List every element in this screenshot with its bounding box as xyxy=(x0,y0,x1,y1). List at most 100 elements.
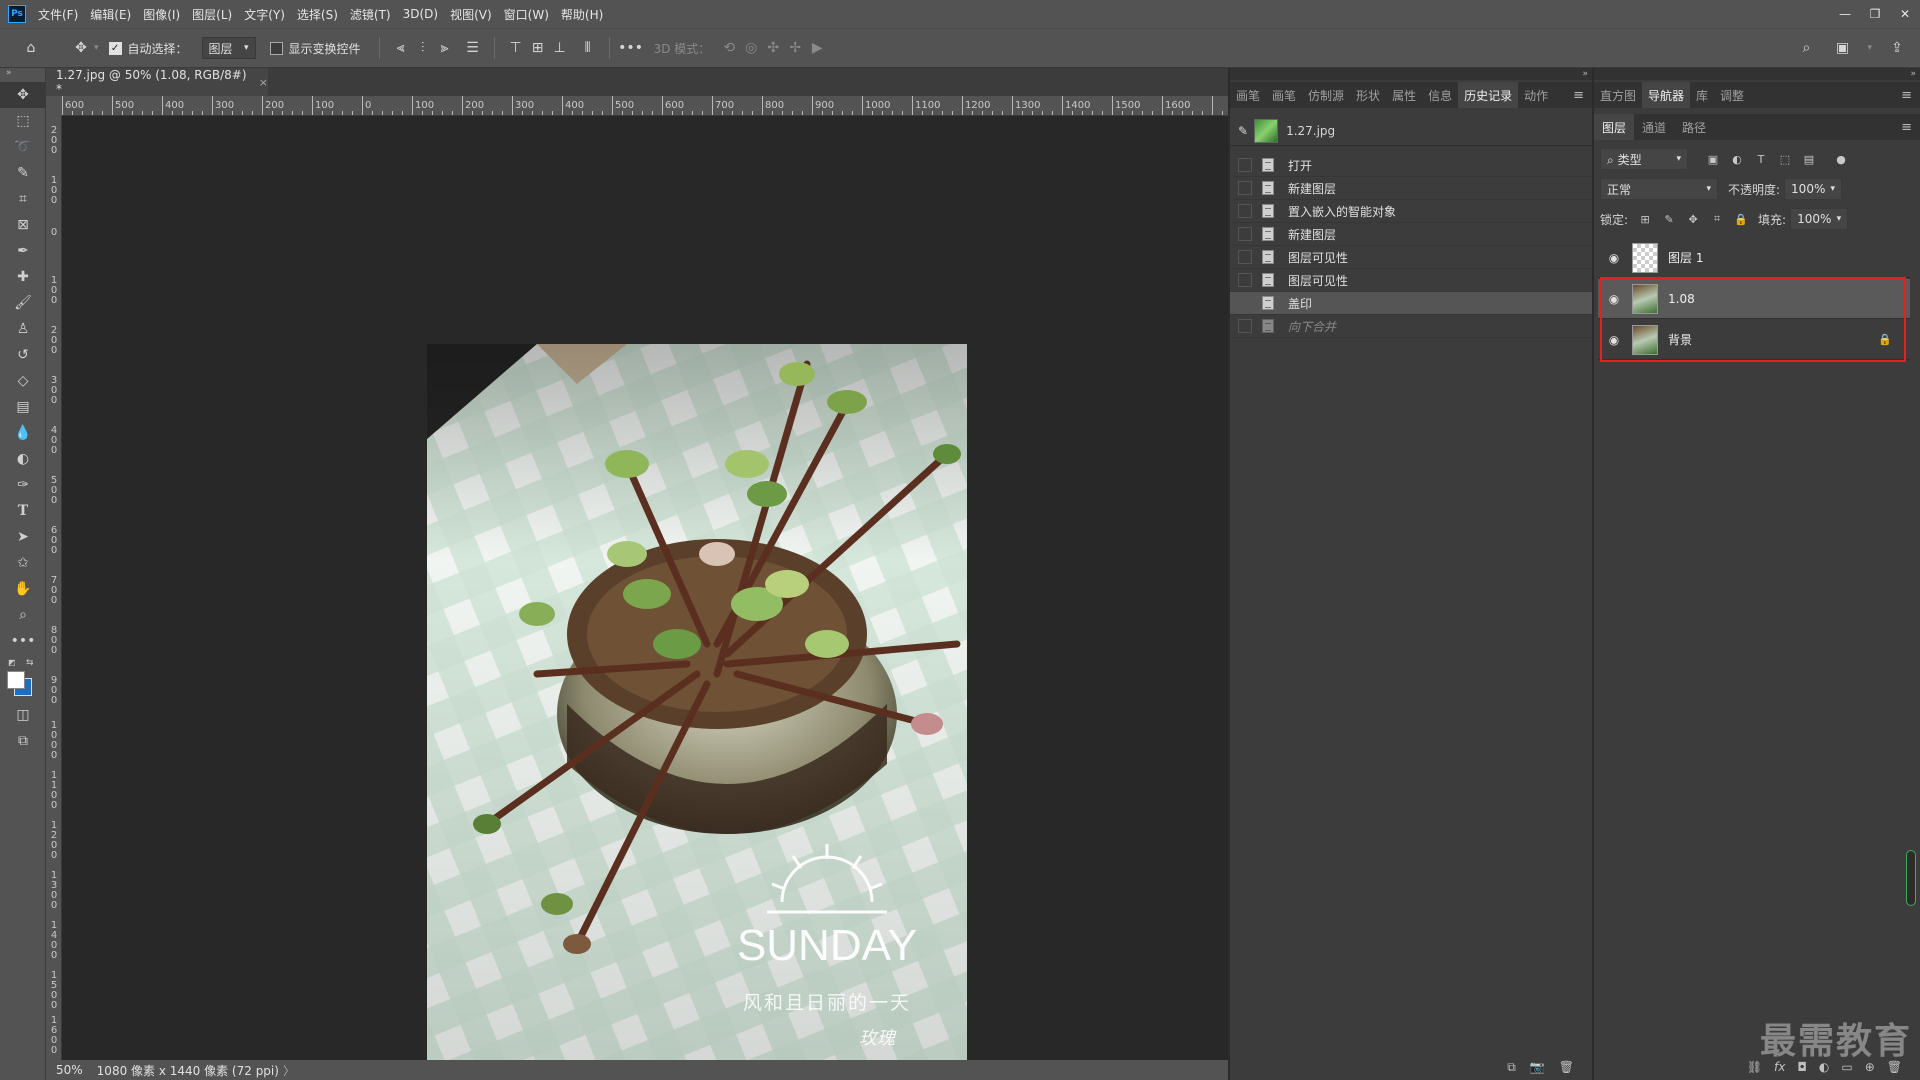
lock-position-icon[interactable]: ✥ xyxy=(1686,212,1700,226)
close-icon[interactable]: ✕ xyxy=(1890,0,1920,28)
layer-row[interactable]: ◉ 背景 🔒 xyxy=(1598,320,1910,360)
menu-file[interactable]: 文件(F) xyxy=(38,6,78,23)
blend-mode-select[interactable]: 正常 ▾ xyxy=(1600,178,1718,200)
auto-select-target-select[interactable]: 图层 ▾ xyxy=(201,37,256,59)
lock-transparent-pixels-icon[interactable]: ⊞ xyxy=(1638,212,1652,226)
new-document-from-state-icon[interactable]: ⧉ xyxy=(1507,1060,1516,1075)
3d-orbit-icon[interactable]: ⟲ xyxy=(718,37,740,59)
filter-toggle-icon[interactable]: ● xyxy=(1834,152,1848,166)
move-tool-icon[interactable]: ✥ xyxy=(70,37,92,59)
default-colors-icon[interactable]: ◩ xyxy=(8,658,16,667)
horizontal-ruler[interactable]: 600 500 400 300 200 100 0 100 200 300 40… xyxy=(62,96,1228,116)
filter-shape-icon[interactable]: ⬚ xyxy=(1778,152,1792,166)
panel-menu-icon[interactable]: ≡ xyxy=(1901,82,1920,108)
swap-colors-icon[interactable]: ⇆ xyxy=(26,658,34,668)
gradient-tool-icon[interactable]: ▤ xyxy=(0,394,46,420)
menu-3d[interactable]: 3D(D) xyxy=(403,7,438,21)
fill-input[interactable]: 100% ▾ xyxy=(1790,208,1849,230)
history-state[interactable]: 新建图层 xyxy=(1230,223,1592,246)
close-tab-icon[interactable]: × xyxy=(259,76,268,89)
shape-tool-icon[interactable]: ✩ xyxy=(0,550,46,576)
history-source-box[interactable] xyxy=(1238,181,1252,195)
tab-channels[interactable]: 通道 xyxy=(1634,114,1674,140)
history-state[interactable]: 图层可见性 xyxy=(1230,246,1592,269)
panel-scrollbar[interactable] xyxy=(1906,850,1916,906)
minimize-icon[interactable]: — xyxy=(1830,0,1860,28)
vertical-ruler[interactable]: 200 100 0 100 200 300 400 500 600 700 80… xyxy=(46,116,62,1060)
filter-smart-object-icon[interactable]: ▤ xyxy=(1802,152,1816,166)
history-state-undone[interactable]: 向下合并 xyxy=(1230,315,1592,338)
align-right-icon[interactable]: ⫸ xyxy=(434,37,456,59)
history-source-box[interactable] xyxy=(1238,319,1252,333)
visibility-eye-icon[interactable]: ◉ xyxy=(1602,328,1626,352)
tab-actions[interactable]: 动作 xyxy=(1518,82,1554,108)
history-state[interactable]: 新建图层 xyxy=(1230,177,1592,200)
delete-state-icon[interactable]: 🗑 xyxy=(1559,1060,1574,1074)
crop-tool-icon[interactable]: ⌗ xyxy=(0,186,46,212)
tab-brushes[interactable]: 画笔 xyxy=(1266,82,1302,108)
history-source-box[interactable] xyxy=(1238,250,1252,264)
filter-adjustment-icon[interactable]: ◐ xyxy=(1730,152,1744,166)
ruler-origin[interactable] xyxy=(46,96,62,116)
history-source-box[interactable] xyxy=(1238,296,1252,310)
eraser-tool-icon[interactable]: ◇ xyxy=(0,368,46,394)
tab-shapes[interactable]: 形状 xyxy=(1350,82,1386,108)
menu-view[interactable]: 视图(V) xyxy=(450,6,492,23)
align-hcenter-icon[interactable]: ⫶ xyxy=(412,37,434,59)
align-left-icon[interactable]: ⫷ xyxy=(390,37,412,59)
history-source-box[interactable] xyxy=(1238,273,1252,287)
move-tool-icon[interactable]: ✥ xyxy=(0,82,46,108)
history-brush-tool-icon[interactable]: ↺ xyxy=(0,342,46,368)
blur-tool-icon[interactable]: 💧 xyxy=(0,420,46,446)
workspace-icon[interactable]: ▣ xyxy=(1831,37,1853,59)
history-state[interactable]: 置入嵌入的智能对象 xyxy=(1230,200,1592,223)
edit-toolbar-icon[interactable]: ••• xyxy=(0,628,46,654)
layer-row[interactable]: ◉ 图层 1 xyxy=(1598,238,1910,278)
layer-row-selected[interactable]: ◉ 1.08 xyxy=(1598,279,1910,319)
zoom-level[interactable]: 50% xyxy=(56,1063,83,1077)
clone-stamp-tool-icon[interactable]: ♙ xyxy=(0,316,46,342)
opacity-input[interactable]: 100% ▾ xyxy=(1784,178,1843,200)
new-snapshot-icon[interactable]: 📷 xyxy=(1530,1060,1545,1074)
tool-preset-chevron-icon[interactable]: ▾ xyxy=(94,43,99,53)
3d-roll-icon[interactable]: ◎ xyxy=(740,37,762,59)
tab-properties[interactable]: 属性 xyxy=(1386,82,1422,108)
history-source-box[interactable] xyxy=(1238,227,1252,241)
home-icon[interactable]: ⌂ xyxy=(20,37,42,59)
history-state[interactable]: 图层可见性 xyxy=(1230,269,1592,292)
menu-type[interactable]: 文字(Y) xyxy=(244,6,285,23)
tab-info[interactable]: 信息 xyxy=(1422,82,1458,108)
layer-name[interactable]: 图层 1 xyxy=(1668,249,1703,266)
search-icon[interactable]: ⌕ xyxy=(1795,37,1817,59)
menu-edit[interactable]: 编辑(E) xyxy=(90,6,131,23)
tab-paths[interactable]: 路径 xyxy=(1674,114,1714,140)
3d-camera-icon[interactable]: ▶ xyxy=(806,37,828,59)
align-vcenter-icon[interactable]: ⊞ xyxy=(527,37,549,59)
tab-libraries[interactable]: 库 xyxy=(1690,82,1714,108)
distribute-horizontal-icon[interactable]: ⫴ xyxy=(577,37,599,59)
zoom-tool-icon[interactable]: ⌕ xyxy=(0,602,46,628)
lasso-tool-icon[interactable]: ➰ xyxy=(0,134,46,160)
tab-layers[interactable]: 图层 xyxy=(1594,114,1635,140)
foreground-color-swatch[interactable] xyxy=(7,671,25,689)
layers-panel-menu-icon[interactable]: ≡ xyxy=(1901,114,1920,140)
expand-toolbar-icon[interactable]: » xyxy=(0,68,45,82)
share-icon[interactable]: ⇪ xyxy=(1886,37,1908,59)
canvas-area[interactable]: SUNDAY 风和且日丽的一天 玫瑰 xyxy=(62,116,1228,1064)
filter-pixel-icon[interactable]: ▣ xyxy=(1706,152,1720,166)
frame-tool-icon[interactable]: ⊠ xyxy=(0,212,46,238)
tab-adjustments[interactable]: 调整 xyxy=(1714,82,1750,108)
history-state-selected[interactable]: 盖印 xyxy=(1230,292,1592,315)
menu-window[interactable]: 窗口(W) xyxy=(504,6,549,23)
lock-artboard-icon[interactable]: ⌗ xyxy=(1710,212,1724,226)
panel-menu-icon[interactable]: ≡ xyxy=(1573,82,1592,108)
history-brush-source-icon[interactable]: ✎ xyxy=(1238,124,1248,138)
quick-select-tool-icon[interactable]: ✎ xyxy=(0,160,46,186)
lock-all-icon[interactable]: 🔒 xyxy=(1734,212,1748,226)
history-source-box[interactable] xyxy=(1238,204,1252,218)
more-options-icon[interactable]: ••• xyxy=(618,37,643,59)
document-tab[interactable]: 1.27.jpg @ 50% (1.08, RGB/8#) * × xyxy=(46,68,268,96)
layer-name[interactable]: 1.08 xyxy=(1668,292,1695,306)
auto-select-checkbox[interactable]: ✓ xyxy=(108,41,122,55)
history-snapshot[interactable]: ✎ 1.27.jpg xyxy=(1230,116,1592,146)
